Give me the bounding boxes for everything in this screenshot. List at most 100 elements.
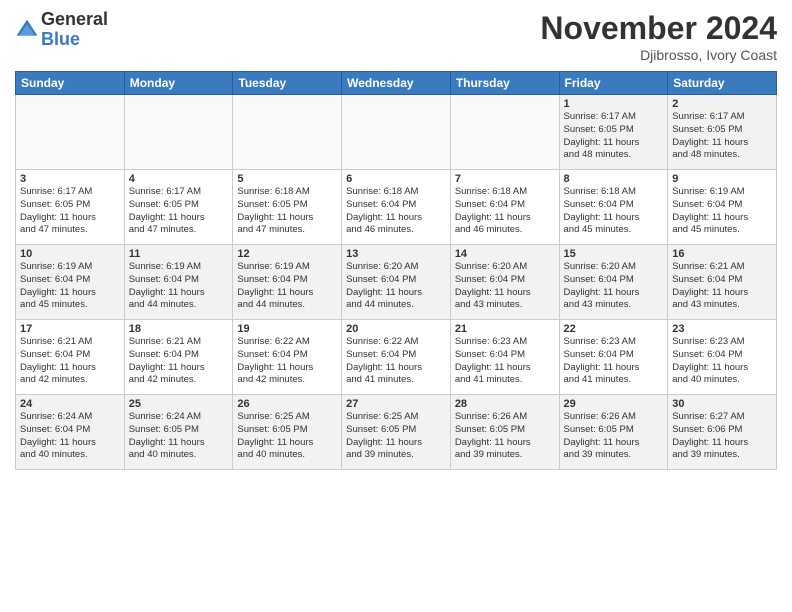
calendar-cell — [124, 95, 233, 170]
day-number: 26 — [237, 398, 337, 410]
title-block: November 2024 Djibrosso, Ivory Coast — [540, 10, 777, 63]
day-number: 17 — [20, 323, 120, 335]
calendar-week-4: 17 Sunrise: 6:21 AM Sunset: 6:04 PM Dayli… — [16, 320, 777, 395]
calendar-cell: 16Sunrise: 6:21 AM Sunset: 6:04 PM Dayli… — [668, 245, 777, 320]
day-number: 21 — [455, 323, 555, 335]
calendar-cell: 9Sunrise: 6:19 AM Sunset: 6:04 PM Daylig… — [668, 170, 777, 245]
calendar-cell: 8Sunrise: 6:18 AM Sunset: 6:04 PM Daylig… — [559, 170, 668, 245]
calendar-week-2: 3Sunrise: 6:17 AM Sunset: 6:05 PM Daylig… — [16, 170, 777, 245]
day-info: Sunrise: 6:23 AM Sunset: 6:04 PM Dayligh… — [672, 336, 772, 387]
day-info: Sunrise: 6:25 AM Sunset: 6:05 PM Dayligh… — [237, 411, 337, 462]
calendar-header-wednesday: Wednesday — [342, 72, 451, 95]
calendar-cell: 30Sunrise: 6:27 AM Sunset: 6:06 PM Dayli… — [668, 395, 777, 470]
calendar-cell: 3Sunrise: 6:17 AM Sunset: 6:05 PM Daylig… — [16, 170, 125, 245]
calendar-cell: 10Sunrise: 6:19 AM Sunset: 6:04 PM Dayli… — [16, 245, 125, 320]
day-number: 7 — [455, 173, 555, 185]
day-number: 14 — [455, 248, 555, 260]
day-number: 6 — [346, 173, 446, 185]
calendar-cell: 29Sunrise: 6:26 AM Sunset: 6:05 PM Dayli… — [559, 395, 668, 470]
calendar-week-1: 1Sunrise: 6:17 AM Sunset: 6:05 PM Daylig… — [16, 95, 777, 170]
day-number: 1 — [564, 98, 664, 110]
calendar-cell: 26Sunrise: 6:25 AM Sunset: 6:05 PM Dayli… — [233, 395, 342, 470]
calendar-header-saturday: Saturday — [668, 72, 777, 95]
day-number: 11 — [129, 248, 229, 260]
calendar-cell — [450, 95, 559, 170]
calendar-header-sunday: Sunday — [16, 72, 125, 95]
day-info: Sunrise: 6:22 AM Sunset: 6:04 PM Dayligh… — [346, 336, 446, 387]
calendar-cell: 28Sunrise: 6:26 AM Sunset: 6:05 PM Dayli… — [450, 395, 559, 470]
calendar-cell — [233, 95, 342, 170]
day-number: 8 — [564, 173, 664, 185]
day-number: 29 — [564, 398, 664, 410]
day-info: Sunrise: 6:25 AM Sunset: 6:05 PM Dayligh… — [346, 411, 446, 462]
calendar-week-5: 24Sunrise: 6:24 AM Sunset: 6:04 PM Dayli… — [16, 395, 777, 470]
logo-icon — [15, 18, 39, 42]
day-info: Sunrise: 6:22 AM Sunset: 6:04 PM Dayligh… — [237, 336, 337, 387]
day-info: Sunrise: 6:17 AM Sunset: 6:05 PM Dayligh… — [564, 111, 664, 162]
calendar-header-row: SundayMondayTuesdayWednesdayThursdayFrid… — [16, 72, 777, 95]
calendar-cell: 13Sunrise: 6:20 AM Sunset: 6:04 PM Dayli… — [342, 245, 451, 320]
day-info: Sunrise: 6:17 AM Sunset: 6:05 PM Dayligh… — [20, 186, 120, 237]
day-info: Sunrise: 6:19 AM Sunset: 6:04 PM Dayligh… — [672, 186, 772, 237]
day-number: 13 — [346, 248, 446, 260]
logo-blue: Blue — [41, 30, 108, 50]
calendar-cell: 17Sunrise: 6:21 AM Sunset: 6:04 PM Dayli… — [16, 320, 125, 395]
calendar-cell: 7Sunrise: 6:18 AM Sunset: 6:04 PM Daylig… — [450, 170, 559, 245]
day-number: 3 — [20, 173, 120, 185]
day-number: 4 — [129, 173, 229, 185]
day-info: Sunrise: 6:24 AM Sunset: 6:05 PM Dayligh… — [129, 411, 229, 462]
calendar-cell: 14Sunrise: 6:20 AM Sunset: 6:04 PM Dayli… — [450, 245, 559, 320]
calendar-cell: 5Sunrise: 6:18 AM Sunset: 6:05 PM Daylig… — [233, 170, 342, 245]
day-info: Sunrise: 6:20 AM Sunset: 6:04 PM Dayligh… — [455, 261, 555, 312]
day-number: 20 — [346, 323, 446, 335]
calendar-cell: 27Sunrise: 6:25 AM Sunset: 6:05 PM Dayli… — [342, 395, 451, 470]
day-number: 19 — [237, 323, 337, 335]
day-info: Sunrise: 6:18 AM Sunset: 6:05 PM Dayligh… — [237, 186, 337, 237]
location: Djibrosso, Ivory Coast — [540, 47, 777, 63]
day-number: 9 — [672, 173, 772, 185]
calendar-cell — [342, 95, 451, 170]
calendar-header-friday: Friday — [559, 72, 668, 95]
day-number: 5 — [237, 173, 337, 185]
calendar-header-thursday: Thursday — [450, 72, 559, 95]
calendar-cell: 18Sunrise: 6:21 AM Sunset: 6:04 PM Dayli… — [124, 320, 233, 395]
calendar-header-monday: Monday — [124, 72, 233, 95]
page: General Blue November 2024 Djibrosso, Iv… — [0, 0, 792, 612]
day-number: 23 — [672, 323, 772, 335]
day-number: 2 — [672, 98, 772, 110]
day-info: Sunrise: 6:17 AM Sunset: 6:05 PM Dayligh… — [129, 186, 229, 237]
calendar-cell: 12Sunrise: 6:19 AM Sunset: 6:04 PM Dayli… — [233, 245, 342, 320]
calendar-cell: 25Sunrise: 6:24 AM Sunset: 6:05 PM Dayli… — [124, 395, 233, 470]
calendar-cell — [16, 95, 125, 170]
calendar-cell: 24Sunrise: 6:24 AM Sunset: 6:04 PM Dayli… — [16, 395, 125, 470]
calendar-cell: 11Sunrise: 6:19 AM Sunset: 6:04 PM Dayli… — [124, 245, 233, 320]
day-number: 15 — [564, 248, 664, 260]
day-info: Sunrise: 6:26 AM Sunset: 6:05 PM Dayligh… — [564, 411, 664, 462]
calendar-header-tuesday: Tuesday — [233, 72, 342, 95]
day-info: Sunrise: 6:19 AM Sunset: 6:04 PM Dayligh… — [129, 261, 229, 312]
day-info: Sunrise: 6:21 AM Sunset: 6:04 PM Dayligh… — [129, 336, 229, 387]
calendar-week-3: 10 Sunrise: 6:19 AM Sunset: 6:04 PM Dayli… — [16, 245, 777, 320]
calendar-cell: 6Sunrise: 6:18 AM Sunset: 6:04 PM Daylig… — [342, 170, 451, 245]
day-info: Sunrise: 6:18 AM Sunset: 6:04 PM Dayligh… — [346, 186, 446, 237]
day-number: 18 — [129, 323, 229, 335]
day-number: 10 — [20, 248, 120, 260]
day-number: 16 — [672, 248, 772, 260]
day-info: Sunrise: 6:20 AM Sunset: 6:04 PM Dayligh… — [346, 261, 446, 312]
calendar-cell: 1Sunrise: 6:17 AM Sunset: 6:05 PM Daylig… — [559, 95, 668, 170]
calendar-cell: 4Sunrise: 6:17 AM Sunset: 6:05 PM Daylig… — [124, 170, 233, 245]
calendar-cell: 21Sunrise: 6:23 AM Sunset: 6:04 PM Dayli… — [450, 320, 559, 395]
logo-text: General Blue — [41, 10, 108, 50]
day-info: Sunrise: 6:26 AM Sunset: 6:05 PM Dayligh… — [455, 411, 555, 462]
day-number: 22 — [564, 323, 664, 335]
day-info: Sunrise: 6:23 AM Sunset: 6:04 PM Dayligh… — [564, 336, 664, 387]
day-number: 28 — [455, 398, 555, 410]
logo-general: General — [41, 10, 108, 30]
day-info: Sunrise: 6:19 AM Sunset: 6:04 PM Dayligh… — [237, 261, 337, 312]
month-title: November 2024 — [540, 10, 777, 47]
logo: General Blue — [15, 10, 108, 50]
day-info: Sunrise: 6:27 AM Sunset: 6:06 PM Dayligh… — [672, 411, 772, 462]
day-number: 30 — [672, 398, 772, 410]
calendar-table: SundayMondayTuesdayWednesdayThursdayFrid… — [15, 71, 777, 470]
day-info: Sunrise: 6:23 AM Sunset: 6:04 PM Dayligh… — [455, 336, 555, 387]
